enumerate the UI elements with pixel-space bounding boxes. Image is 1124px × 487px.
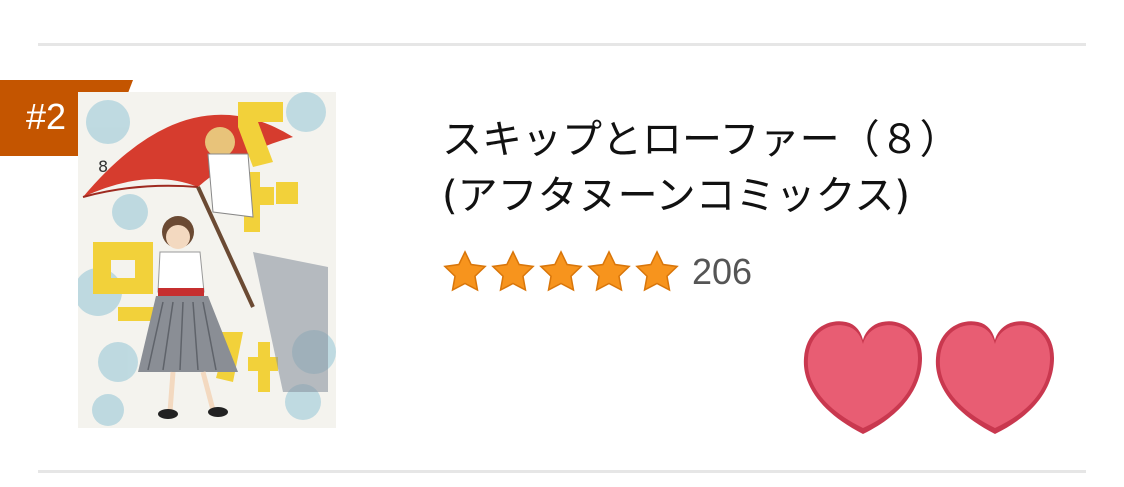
ranking-item: #2 8 スキップとローファー（８） (アフタヌーンコミックス) 206 (0, 0, 1124, 487)
star-icon (587, 250, 631, 292)
star-rating (442, 249, 680, 295)
star-icon (491, 250, 535, 292)
star-icon (443, 250, 487, 292)
rating-row[interactable]: 206 (442, 247, 752, 297)
product-title-line2: (アフタヌーンコミックス) (442, 173, 911, 219)
heart-icon (803, 321, 922, 434)
book-cover-image[interactable]: 8 (78, 92, 336, 428)
heart-icon (935, 321, 1054, 434)
svg-text:8: 8 (98, 157, 108, 176)
star-icon (635, 250, 679, 292)
bottom-divider (38, 470, 1086, 473)
rank-label: #2 (26, 96, 67, 137)
product-title-link[interactable]: スキップとローファー（８） (アフタヌーンコミックス) (442, 112, 1042, 224)
product-title-line1: スキップとローファー（８） (442, 117, 960, 163)
top-divider (38, 43, 1086, 46)
review-count: 206 (692, 251, 753, 292)
star-icon (539, 250, 583, 292)
